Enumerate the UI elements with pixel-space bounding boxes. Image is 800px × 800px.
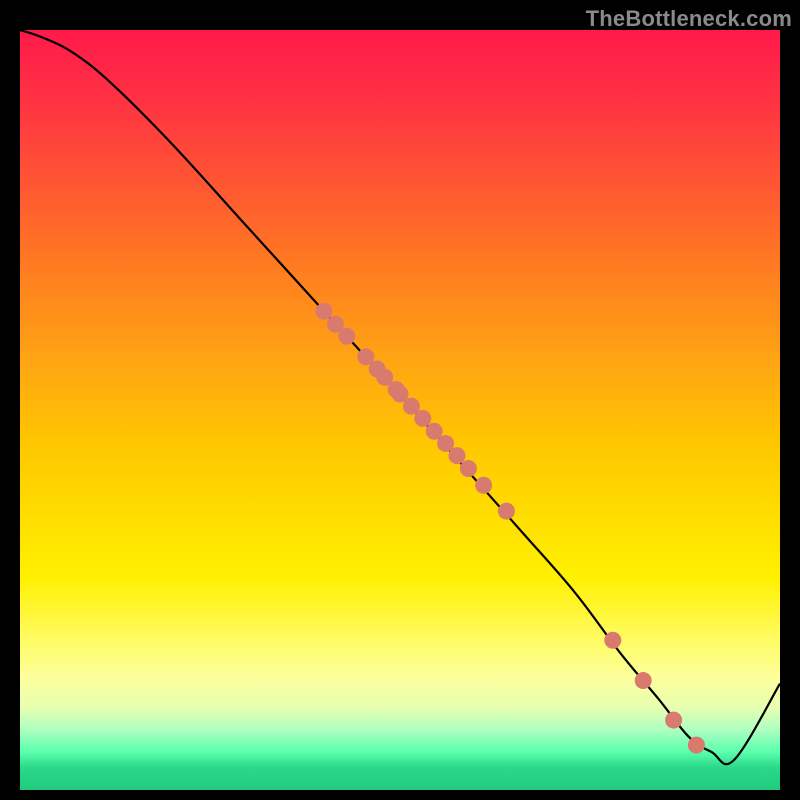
highlight-dot — [475, 477, 492, 494]
highlight-dot — [414, 410, 431, 427]
highlight-dot — [316, 303, 333, 320]
highlight-dots — [316, 303, 705, 754]
highlight-dot — [338, 328, 355, 345]
highlight-dot — [635, 672, 652, 689]
watermark-label: TheBottleneck.com — [586, 6, 792, 32]
highlight-dot — [604, 632, 621, 649]
chart-svg — [20, 30, 780, 790]
highlight-dot — [688, 737, 705, 754]
highlight-dot — [498, 503, 515, 520]
highlight-dot — [665, 712, 682, 729]
highlight-dot — [449, 447, 466, 464]
highlight-dot — [460, 460, 477, 477]
